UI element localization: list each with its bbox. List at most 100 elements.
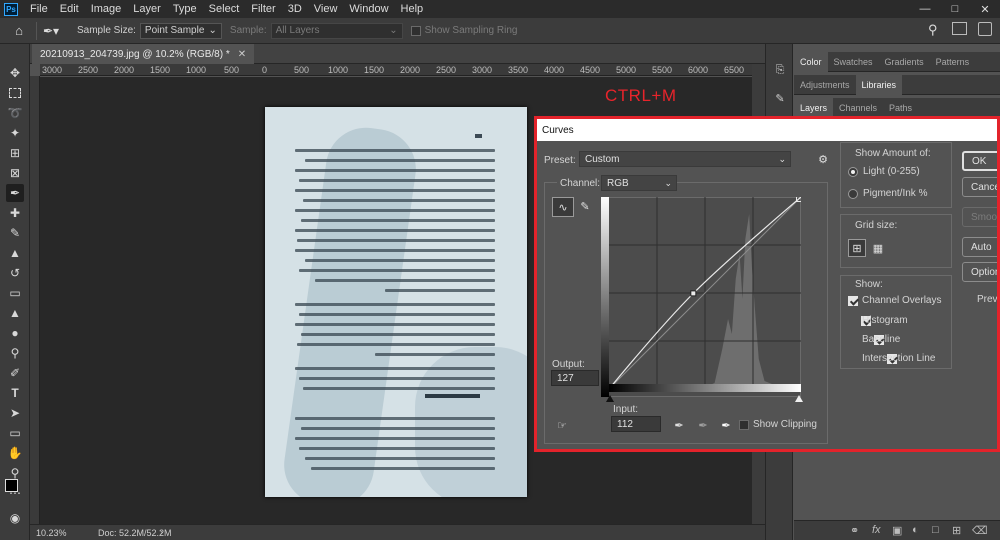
tab-gradients[interactable]: Gradients xyxy=(879,52,930,72)
adjustment-layer-icon[interactable]: ◐ xyxy=(912,524,919,536)
marquee-tool-icon[interactable] xyxy=(6,84,24,102)
document-tab[interactable]: 20210913_204739.jpg @ 10.2% (RGB/8) * ✕ xyxy=(32,44,255,64)
search-icon[interactable]: ⚲ xyxy=(928,22,938,38)
link-layers-icon[interactable]: ⚭ xyxy=(850,524,859,537)
white-point-slider[interactable] xyxy=(795,395,803,402)
menu-image[interactable]: Image xyxy=(85,3,128,15)
tab-layers[interactable]: Layers xyxy=(794,97,834,118)
curve-point-mode-icon[interactable]: ∿ xyxy=(552,197,574,217)
move-tool-icon[interactable]: ✥ xyxy=(6,64,24,82)
menu-select[interactable]: Select xyxy=(203,3,246,15)
pigment-radio[interactable] xyxy=(848,189,858,199)
sample-size-select[interactable]: Point Sample ⌄ xyxy=(139,22,222,39)
horizontal-ruler[interactable]: 3000 2500 2000 1500 1000 500 0 500 1000 … xyxy=(40,64,752,76)
black-point-slider[interactable] xyxy=(606,395,614,402)
brush-panel-icon[interactable]: ✎ xyxy=(772,90,788,106)
chevron-down-icon: ⌄ xyxy=(389,25,398,36)
cancel-button[interactable]: Cancel xyxy=(962,177,997,197)
preset-options-gear-icon[interactable]: ⚙ xyxy=(814,150,832,168)
clone-stamp-tool-icon[interactable]: ▲ xyxy=(6,244,24,262)
new-group-icon[interactable]: □ xyxy=(932,524,939,536)
brush-tool-icon[interactable]: ✎ xyxy=(6,224,24,242)
eyedropper-preset-icon[interactable]: ✒▾ xyxy=(43,22,69,40)
menu-layer[interactable]: Layer xyxy=(127,3,167,15)
input-field[interactable]: 112 xyxy=(611,416,661,432)
black-eyedropper-icon[interactable]: ✒ xyxy=(670,416,688,434)
layer-style-icon[interactable]: fx xyxy=(872,524,881,536)
layer-mask-icon[interactable]: ▣ xyxy=(892,524,902,537)
show-sampling-ring-checkbox[interactable] xyxy=(410,25,421,36)
zoom-level[interactable]: 10.23% xyxy=(36,528,67,538)
type-tool-icon[interactable]: T xyxy=(6,384,24,402)
lasso-tool-icon[interactable]: ➰ xyxy=(6,104,24,122)
paint-bucket-tool-icon[interactable]: ▲ xyxy=(6,304,24,322)
tab-swatches[interactable]: Swatches xyxy=(828,52,879,72)
workspace-icon[interactable] xyxy=(952,22,967,35)
path-selection-tool-icon[interactable]: ➤ xyxy=(6,404,24,422)
menu-view[interactable]: View xyxy=(308,3,344,15)
page-text-line xyxy=(305,259,495,262)
close-icon[interactable]: ✕ xyxy=(970,0,1000,18)
quick-selection-tool-icon[interactable]: ✦ xyxy=(6,124,24,142)
curve-control-point[interactable] xyxy=(690,290,697,297)
eraser-tool-icon[interactable]: ▭ xyxy=(6,284,24,302)
options-button[interactable]: Options... xyxy=(962,262,997,282)
pencil-draw-icon[interactable]: ✎ xyxy=(576,197,594,215)
quick-mask-icon[interactable]: ◉ xyxy=(6,509,24,527)
ok-button[interactable]: OK xyxy=(962,151,997,171)
eyedropper-tool-icon[interactable]: ✒ xyxy=(6,184,24,202)
tab-paths[interactable]: Paths xyxy=(883,98,918,118)
tab-patterns[interactable]: Patterns xyxy=(930,52,976,72)
menu-window[interactable]: Window xyxy=(343,3,394,15)
dodge-tool-icon[interactable]: ⚲ xyxy=(6,344,24,362)
menu-filter[interactable]: Filter xyxy=(245,3,281,15)
vertical-ruler[interactable] xyxy=(30,76,40,524)
crop-tool-icon[interactable]: ⊞ xyxy=(6,144,24,162)
hand-tool-icon[interactable]: ✋ xyxy=(6,444,24,462)
curves-title-bar[interactable]: Curves xyxy=(537,119,997,141)
new-layer-icon[interactable]: ⊞ xyxy=(952,524,961,537)
history-brush-tool-icon[interactable]: ↺ xyxy=(6,264,24,282)
channel-overlays-checkbox[interactable] xyxy=(848,296,858,306)
tab-color[interactable]: Color xyxy=(794,51,828,72)
channel-select[interactable]: RGB ⌄ xyxy=(601,175,677,191)
targeted-adjustment-icon[interactable]: ☞ xyxy=(553,416,571,434)
history-panel-icon[interactable]: ⎘ xyxy=(772,62,788,78)
sample-select[interactable]: All Layers ⌄ xyxy=(270,22,403,39)
maximize-icon[interactable]: □ xyxy=(940,0,970,18)
foreground-color-swatch[interactable] xyxy=(5,479,18,492)
status-arrow-icon[interactable]: › xyxy=(160,527,163,537)
tab-adjustments[interactable]: Adjustments xyxy=(794,75,856,95)
menu-help[interactable]: Help xyxy=(395,3,430,15)
healing-brush-tool-icon[interactable]: ✚ xyxy=(6,204,24,222)
rectangle-tool-icon[interactable]: ▭ xyxy=(6,424,24,442)
show-clipping-checkbox[interactable] xyxy=(739,420,749,430)
menu-type[interactable]: Type xyxy=(167,3,203,15)
share-icon[interactable] xyxy=(978,22,992,36)
menu-3d[interactable]: 3D xyxy=(282,3,308,15)
blur-tool-icon[interactable]: ● xyxy=(6,324,24,342)
preset-select[interactable]: Custom ⌄ xyxy=(579,151,791,167)
smooth-button[interactable]: Smooth xyxy=(962,207,997,227)
menu-file[interactable]: File xyxy=(24,3,54,15)
ps-logo-icon[interactable]: Ps xyxy=(4,2,18,16)
output-field[interactable]: 127 xyxy=(551,370,599,386)
tab-libraries[interactable]: Libraries xyxy=(855,74,903,95)
input-value: 112 xyxy=(617,418,633,430)
tab-channels[interactable]: Channels xyxy=(833,98,883,118)
gray-eyedropper-icon[interactable]: ✒ xyxy=(694,416,712,434)
frame-tool-icon[interactable]: ⊠ xyxy=(6,164,24,182)
light-radio[interactable] xyxy=(848,167,858,177)
close-tab-icon[interactable]: ✕ xyxy=(238,49,246,60)
simple-grid-icon[interactable]: ⊞ xyxy=(848,239,866,257)
white-eyedropper-icon[interactable]: ✒ xyxy=(717,416,735,434)
delete-layer-icon[interactable]: ⌫ xyxy=(972,524,988,537)
page-text-line xyxy=(301,333,495,336)
minimize-icon[interactable]: — xyxy=(910,0,940,18)
menu-edit[interactable]: Edit xyxy=(54,3,85,15)
auto-button[interactable]: Auto xyxy=(962,237,997,257)
pen-tool-icon[interactable]: ✐ xyxy=(6,364,24,382)
curves-graph[interactable] xyxy=(601,197,801,397)
detailed-grid-icon[interactable]: ▦ xyxy=(869,239,887,257)
home-icon[interactable]: ⌂ xyxy=(8,21,30,41)
